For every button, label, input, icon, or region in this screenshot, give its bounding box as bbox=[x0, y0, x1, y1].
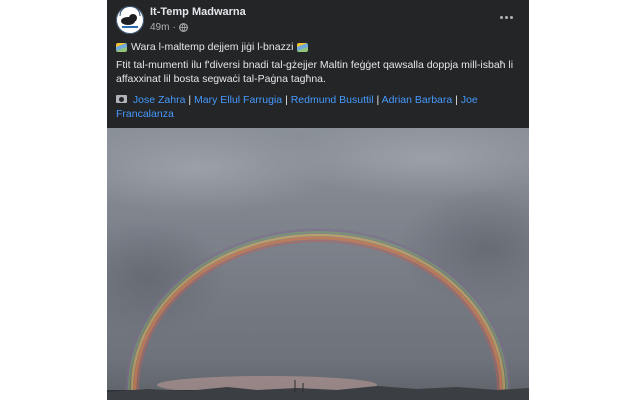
credit-link[interactable]: Jose Zahra bbox=[133, 94, 186, 106]
post-time[interactable]: 49m bbox=[150, 22, 169, 33]
cloud-logo-icon[interactable] bbox=[116, 6, 144, 34]
globe-icon bbox=[178, 23, 188, 32]
post-title-text: Wara l-maltemp dejjem jiġi l-bnazzi bbox=[131, 41, 294, 53]
credit-separator: | bbox=[455, 94, 458, 106]
post-body: Ftit tal-mumenti ilu f'diversi bnadi tal… bbox=[116, 59, 514, 85]
meta-separator: · bbox=[172, 22, 176, 33]
rainbow-icon bbox=[116, 42, 127, 52]
camera-icon bbox=[116, 95, 127, 103]
credit-separator: | bbox=[376, 94, 380, 106]
ellipsis-dot bbox=[504, 15, 508, 19]
credit-link[interactable]: Redmund Busuttil bbox=[291, 94, 374, 106]
post-header: It-Temp Madwarna 49m · bbox=[116, 4, 520, 36]
credit-link[interactable]: Mary Ellul Farrugia bbox=[194, 94, 282, 106]
more-options-button[interactable] bbox=[496, 8, 516, 26]
post-photo[interactable] bbox=[107, 128, 529, 400]
credit-separator: | bbox=[285, 94, 288, 106]
post-card: It-Temp Madwarna 49m · Wara l-maltemp de… bbox=[107, 0, 529, 400]
credit-link[interactable]: Adrian Barbara bbox=[382, 94, 453, 106]
ellipsis-icon bbox=[499, 15, 503, 19]
post-meta: 49m · bbox=[150, 22, 188, 33]
ellipsis-dot bbox=[509, 15, 513, 19]
rainbow-photo bbox=[107, 128, 529, 400]
page-name-link[interactable]: It-Temp Madwarna bbox=[150, 6, 246, 18]
photo-credits: Jose Zahra | Mary Ellul Farrugia | Redmu… bbox=[116, 93, 520, 121]
post-title: Wara l-maltemp dejjem jiġi l-bnazzi bbox=[116, 40, 520, 54]
credit-separator: | bbox=[188, 94, 192, 106]
rainbow-icon bbox=[297, 42, 309, 52]
